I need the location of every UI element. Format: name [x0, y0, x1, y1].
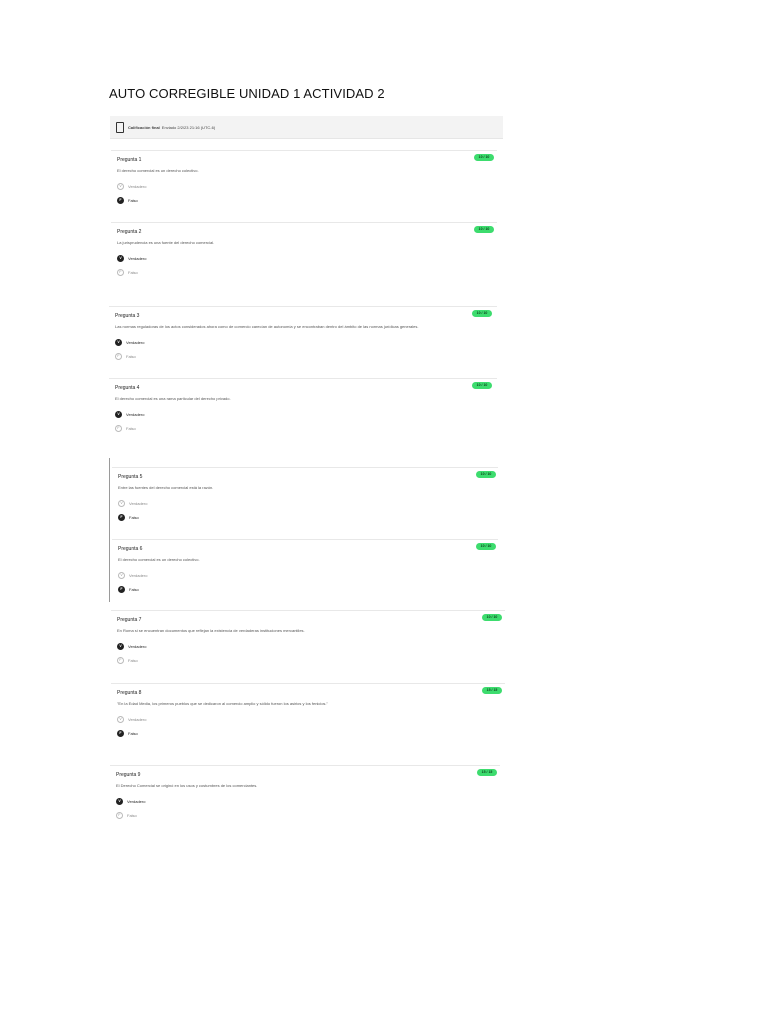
question-title: Pregunta 5 — [118, 474, 143, 480]
question-title: Pregunta 7 — [117, 617, 142, 623]
question-4: Pregunta 4 10 / 10 El derecho comercial es… — [109, 378, 497, 445]
radio-icon[interactable]: F — [116, 812, 123, 819]
answer-option-verdadero[interactable]: V Verdadero — [117, 643, 146, 650]
answer-option-verdadero[interactable]: V Verdadero — [116, 798, 145, 805]
radio-icon[interactable]: V — [117, 255, 124, 262]
answer-option-verdadero[interactable]: V Verdadero — [117, 716, 146, 723]
radio-icon[interactable]: V — [116, 798, 123, 805]
answer-option-falso[interactable]: F Falso — [115, 353, 136, 360]
answer-option-falso[interactable]: F Falso — [116, 812, 137, 819]
radio-icon[interactable]: V — [115, 339, 122, 346]
answer-option-falso[interactable]: F Falso — [118, 514, 139, 521]
question-text: La jurisprudencia es una fuente del dere… — [117, 240, 215, 245]
answer-option-verdadero[interactable]: V Verdadero — [115, 411, 144, 418]
radio-icon[interactable]: F — [117, 730, 124, 737]
question-title: Pregunta 8 — [117, 690, 142, 696]
question-5: Pregunta 5 10 / 10 Entre las fuentes del d… — [112, 467, 498, 534]
score-badge: 10 / 10 — [474, 226, 494, 233]
question-1: Pregunta 1 10 / 10 El derecho comercial es… — [111, 150, 497, 217]
question-2: Pregunta 2 10 / 10 La jurisprudencia es un… — [111, 222, 497, 289]
option-label: Falso — [128, 658, 138, 663]
radio-icon[interactable]: V — [118, 500, 125, 507]
radio-icon[interactable]: V — [117, 716, 124, 723]
submitted-date: Enviado 2/2/23 21:16 (UTC-6) — [161, 124, 216, 130]
question-title: Pregunta 9 — [116, 772, 141, 778]
option-label: Verdadero — [129, 573, 148, 578]
option-label: Verdadero — [129, 501, 148, 506]
answer-option-falso[interactable]: F Falso — [115, 425, 136, 432]
radio-icon[interactable]: V — [117, 183, 124, 190]
final-grade-label: Calificación final — [128, 124, 160, 130]
answer-option-verdadero[interactable]: V Verdadero — [118, 500, 147, 507]
radio-icon[interactable]: F — [115, 353, 122, 360]
option-label: Falso — [128, 270, 138, 275]
question-title: Pregunta 2 — [117, 229, 142, 235]
document-title: AUTO CORREGIBLE UNIDAD 1 ACTIVIDAD 2 — [109, 86, 385, 101]
option-label: Verdadero — [126, 340, 145, 345]
option-label: Falso — [126, 354, 136, 359]
question-8: Pregunta 8 15 / 15 "En la Edad Media, los … — [111, 683, 505, 750]
answer-option-verdadero[interactable]: V Verdadero — [117, 255, 146, 262]
option-label: Verdadero — [126, 412, 145, 417]
document-icon — [116, 121, 124, 133]
answer-option-falso[interactable]: F Falso — [117, 657, 138, 664]
score-badge: 10 / 10 — [474, 154, 494, 161]
radio-icon[interactable]: F — [118, 514, 125, 521]
score-badge: 10 / 10 — [476, 543, 496, 550]
radio-icon[interactable]: V — [117, 643, 124, 650]
question-text: El Derecho Comercial se originó en los u… — [116, 783, 258, 788]
radio-icon[interactable]: F — [118, 586, 125, 593]
question-6: Pregunta 6 10 / 10 El derecho comercial es… — [112, 539, 498, 606]
option-label: Falso — [129, 587, 139, 592]
question-3: Pregunta 3 10 / 10 Las normas reguladoras … — [109, 306, 497, 373]
question-7: Pregunta 7 10 / 10 En Roma si se encuentra… — [111, 610, 505, 677]
answer-option-falso[interactable]: F Falso — [117, 197, 138, 204]
option-label: Verdadero — [128, 256, 147, 261]
question-text: Entre las fuentes del derecho comercial … — [118, 485, 214, 490]
answer-option-falso[interactable]: F Falso — [117, 269, 138, 276]
option-label: Verdadero — [128, 184, 147, 189]
margin-rule — [109, 458, 110, 602]
question-text: El derecho comercial es un derecho colec… — [118, 557, 200, 562]
score-badge: 15 / 15 — [477, 769, 497, 776]
question-text: El derecho comercial es un derecho colec… — [117, 168, 199, 173]
option-label: Verdadero — [128, 717, 147, 722]
question-title: Pregunta 4 — [115, 385, 140, 391]
question-text: Las normas reguladoras de los actos cons… — [115, 324, 419, 329]
answer-option-verdadero[interactable]: V Verdadero — [117, 183, 146, 190]
option-label: Verdadero — [128, 644, 147, 649]
score-badge: 15 / 15 — [482, 687, 502, 694]
answer-option-falso[interactable]: F Falso — [117, 730, 138, 737]
score-badge: 10 / 10 — [476, 471, 496, 478]
answer-option-verdadero[interactable]: V Verdadero — [118, 572, 147, 579]
option-label: Falso — [129, 515, 139, 520]
answer-option-verdadero[interactable]: V Verdadero — [115, 339, 144, 346]
option-label: Falso — [128, 731, 138, 736]
question-text: El derecho comercial es una rama particu… — [115, 396, 231, 401]
score-badge: 10 / 10 — [482, 614, 502, 621]
option-label: Verdadero — [127, 799, 146, 804]
question-title: Pregunta 6 — [118, 546, 143, 552]
radio-icon[interactable]: F — [117, 657, 124, 664]
question-title: Pregunta 3 — [115, 313, 140, 319]
score-badge: 10 / 10 — [472, 382, 492, 389]
radio-icon[interactable]: V — [115, 411, 122, 418]
radio-icon[interactable]: F — [115, 425, 122, 432]
question-text: "En la Edad Media, los primeros pueblos … — [117, 701, 328, 706]
option-label: Falso — [127, 813, 137, 818]
score-badge: 10 / 10 — [472, 310, 492, 317]
question-title: Pregunta 1 — [117, 157, 142, 163]
option-label: Falso — [128, 198, 138, 203]
final-grade-bar: Calificación final Enviado 2/2/23 21:16 … — [110, 116, 503, 139]
radio-icon[interactable]: F — [117, 197, 124, 204]
question-text: En Roma si se encuentran documentos que … — [117, 628, 305, 633]
question-9: Pregunta 9 15 / 15 El Derecho Comercial se… — [110, 765, 500, 832]
radio-icon[interactable]: F — [117, 269, 124, 276]
answer-option-falso[interactable]: F Falso — [118, 586, 139, 593]
radio-icon[interactable]: V — [118, 572, 125, 579]
option-label: Falso — [126, 426, 136, 431]
